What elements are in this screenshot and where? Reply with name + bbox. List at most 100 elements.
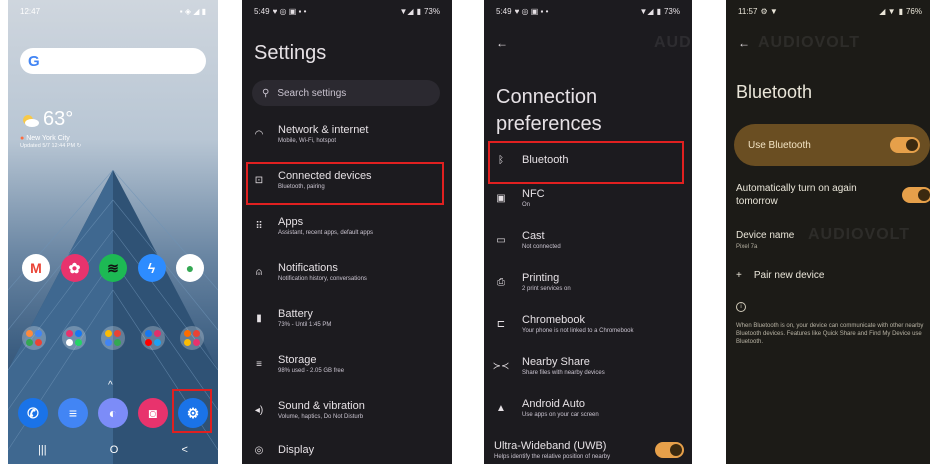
settings-item-sound[interactable]: ◂) Sound & vibration Volume, haptics, Do …: [252, 400, 442, 420]
item-subtitle: Assistant, recent apps, default apps: [278, 230, 374, 236]
signal-wifi-icon: ▼◢: [399, 6, 414, 16]
nfc-icon: ▣: [496, 192, 506, 204]
item-subtitle: Use apps on your car screen: [522, 412, 599, 418]
pair-new-device-button[interactable]: + Pair new device: [736, 270, 824, 281]
title-line-2: preferences: [496, 113, 602, 135]
app-drawer-chevron-icon[interactable]: ^: [108, 380, 113, 391]
apps-grid-icon: ⠿: [255, 220, 263, 232]
pref-item-cast[interactable]: ▭ Cast Not connected: [494, 230, 684, 250]
status-bar: 12:47 ▪︎ ◈ ◢ ▮: [8, 0, 218, 22]
weather-widget[interactable]: 63° ● New York City Updated 5/7 12:44 PM…: [20, 108, 81, 149]
use-bluetooth-label: Use Bluetooth: [748, 139, 811, 151]
status-time: 11:57: [738, 6, 758, 16]
app-folder-2[interactable]: [61, 326, 86, 350]
app-folder-3[interactable]: [101, 326, 125, 350]
bluetooth-info-text: When Bluetooth is on, your device can co…: [736, 323, 924, 345]
item-subtitle: 2 print services on: [522, 286, 571, 292]
back-button[interactable]: <: [182, 444, 188, 456]
pref-item-uwb[interactable]: Ultra-Wideband (UWB) Helps identify the r…: [494, 440, 684, 460]
app-folder-5[interactable]: [180, 326, 204, 350]
battery-level: 73%: [423, 6, 440, 16]
item-title: Sound & vibration: [278, 400, 365, 412]
page-title: Bluetooth: [736, 82, 813, 102]
use-bluetooth-toggle[interactable]: [890, 137, 920, 153]
info-icon: i: [736, 302, 746, 312]
battery-level: 73%: [663, 6, 680, 16]
partly-sunny-icon: [23, 114, 39, 127]
item-title: Android Auto: [522, 398, 585, 410]
flower-app-icon[interactable]: ✿: [60, 254, 89, 282]
settings-screen: 5:49 ♥ ◎ ▣ ▪ • ▼◢ ▮ 73% Settings ⚲ Search…: [242, 0, 452, 464]
browser-icon[interactable]: ◐: [98, 398, 128, 428]
item-subtitle: Helps identify the relative position of …: [494, 454, 611, 460]
battery-level: 76%: [905, 6, 922, 16]
item-subtitle: On: [522, 202, 531, 208]
app-folder-4[interactable]: [140, 326, 165, 350]
device-name-row[interactable]: Device name Pixel 7a: [736, 230, 794, 250]
status-time: 5:49: [496, 6, 512, 16]
item-title: Ultra-Wideband (UWB): [494, 440, 607, 452]
auto-turn-on-row[interactable]: Automatically turn on again tomorrow: [736, 182, 930, 208]
battery-icon: ▮: [256, 312, 262, 324]
app-folder-1[interactable]: [22, 326, 46, 350]
auto-turn-on-toggle[interactable]: [902, 187, 930, 203]
settings-item-battery[interactable]: ▮ Battery 73% - Until 1:45 PM: [252, 308, 442, 328]
plus-icon: +: [736, 270, 742, 281]
item-title: Storage: [278, 354, 317, 366]
pref-item-printing[interactable]: ⎙ Printing 2 print services on: [494, 272, 684, 292]
watermark: AUDIOVOLT: [808, 226, 911, 243]
nearby-share-icon: ≻≺: [492, 360, 510, 372]
item-title: Chromebook: [522, 314, 585, 326]
item-title: Nearby Share: [522, 356, 590, 368]
settings-item-apps[interactable]: ⠿ Apps Assistant, recent apps, default ap…: [252, 216, 442, 236]
item-title: Printing: [522, 272, 560, 284]
item-subtitle: Your phone is not linked to a Chromebook: [522, 328, 634, 334]
uwb-toggle[interactable]: [655, 442, 684, 458]
search-placeholder: Search settings: [277, 87, 347, 99]
back-arrow-icon[interactable]: ←: [738, 36, 750, 50]
pref-item-chromebook[interactable]: ⊏ Chromebook Your phone is not linked to …: [494, 314, 684, 334]
device-name-label: Device name: [736, 230, 795, 241]
pref-item-nfc[interactable]: ▣ NFC On: [494, 188, 684, 208]
gmail-icon[interactable]: M: [22, 254, 50, 282]
item-title: Display: [278, 444, 315, 456]
item-subtitle: Notification history, conversations: [278, 276, 367, 282]
status-icons: ▪︎ ◈ ◢ ▮: [179, 6, 206, 16]
settings-item-notifications[interactable]: ⍝ Notifications Notification history, con…: [252, 262, 442, 282]
recent-apps-button[interactable]: |||: [38, 444, 47, 456]
refresh-icon[interactable]: ↻: [77, 143, 82, 149]
folder-row: [22, 326, 204, 350]
pref-item-nearby-share[interactable]: ≻≺ Nearby Share Share files with nearby d…: [492, 356, 684, 376]
settings-item-storage[interactable]: ≡ Storage 98% used - 2.05 GB free: [252, 354, 442, 374]
messenger-icon[interactable]: ϟ: [137, 254, 166, 282]
nav-bar: ||| O <: [38, 444, 188, 456]
messages-icon[interactable]: ≡: [58, 398, 88, 428]
pref-item-android-auto[interactable]: ▲ Android Auto Use apps on your car scree…: [494, 398, 684, 418]
watermark: AUDIOVOLT: [758, 34, 861, 51]
settings-item-network[interactable]: ◠ Network & internet Mobile, Wi-Fi, hotsp…: [252, 124, 442, 144]
back-arrow-icon[interactable]: ←: [496, 36, 508, 50]
home-screen: 12:47 ▪︎ ◈ ◢ ▮ G AUDIOVOLT 63° ● New Yor…: [8, 0, 218, 464]
home-button[interactable]: O: [110, 444, 119, 456]
item-subtitle: Volume, haptics, Do Not Disturb: [278, 414, 364, 420]
settings-item-display[interactable]: ◎ Display: [252, 444, 442, 456]
search-settings-field[interactable]: ⚲ Search settings: [252, 80, 440, 106]
item-title: Notifications: [278, 262, 338, 274]
maps-icon[interactable]: ●: [176, 254, 204, 282]
printer-icon: ⎙: [497, 276, 505, 288]
item-title: Battery: [278, 308, 313, 320]
item-subtitle: 73% - Until 1:45 PM: [278, 322, 332, 328]
phone-icon[interactable]: ✆: [18, 398, 48, 428]
storage-icon: ≡: [256, 358, 262, 370]
display-icon: ◎: [254, 444, 264, 456]
use-bluetooth-row[interactable]: Use Bluetooth: [734, 124, 930, 166]
camera-icon[interactable]: ◙: [138, 398, 168, 428]
spotify-icon[interactable]: ≋: [99, 254, 127, 282]
weather-temp: 63°: [43, 108, 74, 130]
connection-preferences-screen: 5:49 ♥ ◎ ▣ ▪ • ▼◢ ▮73% ← AUDIOVOLT Conne…: [484, 0, 692, 464]
bluetooth-highlight: [488, 141, 684, 184]
location-pin-icon: ●: [20, 135, 25, 142]
pair-new-device-label: Pair new device: [753, 270, 825, 281]
cast-icon: ▭: [496, 234, 506, 246]
app-row: M ✿ ≋ ϟ ●: [22, 254, 204, 282]
